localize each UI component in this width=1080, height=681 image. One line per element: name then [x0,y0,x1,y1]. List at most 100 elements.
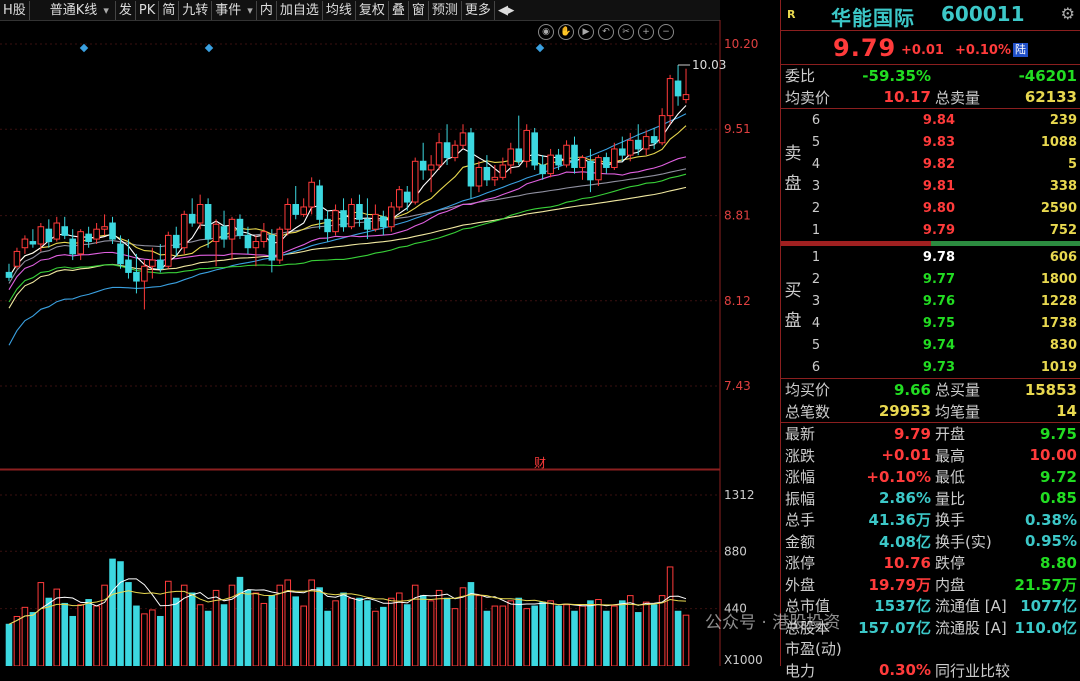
candle-body [444,143,450,158]
stats_bot-row: 总手41.36万换手0.38% [781,509,1080,531]
volume-bar [524,609,530,666]
stock-name: 华能国际 [831,2,915,31]
candle-body [62,227,68,236]
undo-icon[interactable]: ↶ [598,24,614,40]
toolbar-item-9[interactable]: 均线 [323,1,356,20]
level-number: 6 [805,113,827,128]
volume-tick-label: X1000 [724,653,763,666]
candle-body [110,223,116,239]
candle-body [38,227,44,244]
toolbar-item-13[interactable]: 预测 [429,1,462,20]
volume-bar [643,602,649,666]
volume-bar [269,596,275,666]
toolbar-item-2[interactable]: 发 [116,1,136,20]
zoom-in-icon[interactable]: + [638,24,654,40]
candle-body [150,260,156,266]
stat-label: 总笔数 [781,401,845,422]
logo-icon: R [787,8,795,21]
candle-body [46,229,52,241]
volume-bar [317,588,323,666]
asks-level[interactable]: 39.81338 [781,175,1080,197]
toolbar-item-11[interactable]: 叠 [389,1,409,20]
candle-body [237,219,243,235]
stat-value: 19.79万 [845,574,931,595]
toolbar-item-5[interactable]: 九转 [179,1,212,20]
candle-body [588,161,594,180]
asks-level[interactable]: 59.831088 [781,131,1080,153]
asks-level[interactable]: 29.802590 [781,197,1080,219]
bids-level[interactable]: 59.74830 [781,334,1080,356]
candle-body [675,81,681,96]
candle-body [396,190,402,207]
level-volume: 5 [955,157,1080,172]
stats-top: 委比-59.35%-46201均卖价10.17总卖量62133 [781,65,1080,109]
stat-label: 均笔量 [931,401,1011,422]
candle-body [643,137,649,149]
volume-bar [572,611,578,666]
gear-icon[interactable]: ⚙ [1061,4,1075,23]
candle-body [389,207,395,227]
stat-label: 最低 [931,466,1011,487]
volume-tick-label: 880 [724,544,747,558]
toolbar-item-4[interactable]: 简 [159,1,179,20]
bids-level[interactable]: 39.761228 [781,290,1080,312]
stats_bot-row: 涨跌+0.01最高10.00 [781,445,1080,467]
toolbar-item-0[interactable]: H股 [0,1,30,20]
candle-body [540,165,546,174]
volume-bar [46,598,52,666]
volume-bar [173,598,179,666]
candle-body [197,205,203,224]
level-number: 5 [805,135,827,150]
toolbar-item-10[interactable]: 复权 [356,1,389,20]
play-icon[interactable]: ▶ [578,24,594,40]
candle-body [468,133,474,186]
chart-area[interactable]: 10.209.518.818.127.431312880440X1000财10.… [0,20,780,666]
toolbar-item-12[interactable]: 窗 [409,1,429,20]
stats_bot-row: 电力0.30%同行业比较 [781,660,1080,681]
volume-bar [452,609,458,666]
price-tick-label: 8.81 [724,209,751,223]
candle-body [165,235,171,266]
volume-bar [604,611,610,666]
level-number: 2 [805,201,827,216]
asks-level[interactable]: 49.825 [781,153,1080,175]
kline-chart[interactable]: 10.209.518.818.127.431312880440X1000财10.… [0,20,780,666]
stats_bot-row: 涨幅+0.10%最低9.72 [781,466,1080,488]
toolbar-item-6[interactable]: 事件 [212,1,257,20]
toolbar-item-8[interactable]: 加自选 [277,1,323,20]
stat-value: 0.38% [1011,511,1080,529]
level-volume: 2590 [955,201,1080,216]
toolbar-item-3[interactable]: PK [136,1,159,20]
zoom-out-icon[interactable]: − [658,24,674,40]
candle-body [365,219,371,229]
stat-value: 110.0亿 [1011,617,1080,638]
stat-label: 最高 [931,445,1011,466]
bids-level[interactable]: 69.731019 [781,356,1080,378]
bids-level[interactable]: 29.771800 [781,268,1080,290]
level-number: 6 [805,360,827,375]
asks-level[interactable]: 69.84239 [781,109,1080,131]
candle-body [516,149,522,161]
scissors-icon[interactable]: ✂ [618,24,634,40]
candle-body [635,140,641,149]
bids-level[interactable]: 19.78606 [781,246,1080,268]
level-number: 4 [805,157,827,172]
eye-icon[interactable]: ◉ [538,24,554,40]
asks-level[interactable]: 19.79752 [781,219,1080,241]
stat-value: 62133 [1011,88,1080,106]
hand-icon[interactable]: ✋ [558,24,574,40]
volume-bar [285,580,291,666]
toolbar-item-14[interactable]: 更多 [462,1,495,20]
toolbar-item-1[interactable]: 普通K线 [30,1,116,20]
stats-mid: 均买价9.66总买量15853总笔数29953均笔量14 [781,379,1080,423]
stat-label: 金额 [781,531,845,552]
ask-book: 卖 盘 69.8423959.83108849.82539.8133829.80… [781,109,1080,241]
expand-arrow-icon[interactable]: ◀▸ [495,1,518,20]
toolbar-item-7[interactable]: 内 [257,1,277,20]
bids-level[interactable]: 49.751738 [781,312,1080,334]
stat-value: 0.85 [1011,489,1080,507]
candle-body [620,149,626,155]
candle-body [436,143,442,165]
candle-body [285,205,291,230]
stat-value: +0.10% [845,468,931,486]
